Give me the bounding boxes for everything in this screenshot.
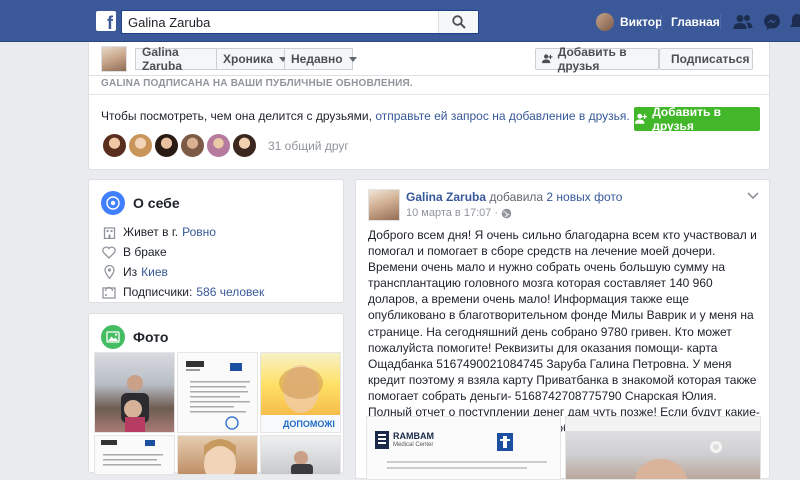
avatar[interactable] bbox=[368, 189, 400, 221]
post-options-chevron-icon[interactable] bbox=[747, 192, 759, 200]
post-author-link[interactable]: Galina Zaruba bbox=[406, 190, 486, 204]
follow-label: Подписаться bbox=[671, 52, 750, 66]
add-friend-label: Добавить в друзья bbox=[652, 105, 722, 133]
home-link[interactable]: Главная bbox=[671, 15, 720, 29]
relationship-row: В браке bbox=[101, 244, 167, 260]
photo-thumbnail[interactable] bbox=[177, 435, 258, 475]
post-meta: 10 марта в 17:07 · bbox=[406, 207, 512, 219]
facebook-logo[interactable]: f bbox=[96, 11, 116, 31]
followers-link[interactable]: 586 человек bbox=[196, 285, 264, 299]
photos-title[interactable]: Фото bbox=[133, 329, 168, 345]
avatar[interactable] bbox=[101, 132, 128, 159]
user-name: Виктор bbox=[620, 15, 663, 29]
search-icon bbox=[451, 15, 466, 29]
from-city-link[interactable]: Киев bbox=[141, 265, 168, 279]
location-pin-icon bbox=[101, 264, 117, 280]
mutual-friends-avatars bbox=[101, 132, 258, 159]
add-friend-label: Добавить в друзья bbox=[557, 45, 627, 73]
timeline-dropdown[interactable]: Хроника bbox=[217, 48, 287, 70]
photo-thumbnail[interactable]: ДОПОМОЖІ bbox=[260, 352, 341, 433]
messenger-icon[interactable] bbox=[762, 12, 782, 32]
rambam-logo-icon bbox=[375, 431, 389, 449]
avatar[interactable] bbox=[127, 132, 154, 159]
photos-card: Фото ДОПОМОЖІ bbox=[88, 313, 344, 475]
subscription-notice: GALINA ПОДПИСАНА НА ВАШИ ПУБЛИЧНЫЕ ОБНОВ… bbox=[101, 78, 413, 89]
profile-sticky-header: Galina Zaruba Хроника Недавно Добавить в… bbox=[88, 42, 770, 76]
lives-prefix: Живет в г. bbox=[123, 225, 179, 239]
lives-city-link[interactable]: Ровно bbox=[182, 225, 216, 239]
notifications-icon[interactable] bbox=[787, 12, 800, 32]
profile-link[interactable]: Виктор bbox=[596, 13, 662, 31]
photo-icon bbox=[101, 325, 125, 349]
divider bbox=[720, 14, 721, 30]
recent-label: Недавно bbox=[291, 52, 343, 66]
chevron-down-icon bbox=[348, 56, 357, 62]
recent-dropdown[interactable]: Недавно bbox=[285, 48, 357, 70]
image-sublabel: Medical Center bbox=[393, 442, 434, 448]
send-request-link[interactable]: отправьте ей запрос на добавление в друз… bbox=[375, 109, 629, 123]
heart-icon bbox=[101, 244, 117, 260]
profile-name-button[interactable]: Galina Zaruba bbox=[135, 45, 217, 73]
post-image[interactable] bbox=[565, 416, 761, 480]
followers-row: Подписчики: 586 человек bbox=[101, 284, 264, 300]
post-images: RAMBAM Medical Center bbox=[366, 416, 761, 480]
search-box[interactable] bbox=[121, 10, 479, 34]
profile-thumbnail[interactable] bbox=[101, 46, 127, 72]
relationship-status: В браке bbox=[123, 245, 167, 259]
emblem-icon bbox=[497, 433, 513, 451]
followers-prefix: Подписчики: bbox=[123, 285, 193, 299]
search-button[interactable] bbox=[438, 11, 478, 33]
post-photos-link[interactable]: 2 новых фото bbox=[546, 190, 622, 204]
follow-button[interactable]: Подписаться bbox=[659, 48, 753, 70]
add-friend-button-green[interactable]: Добавить в друзья bbox=[634, 105, 760, 133]
add-friend-button[interactable]: Добавить в друзья bbox=[535, 45, 659, 73]
search-input[interactable] bbox=[122, 11, 432, 33]
globe-icon bbox=[101, 191, 125, 215]
text-line bbox=[387, 461, 547, 463]
friend-prompt: Чтобы посмотреть, чем она делится с друз… bbox=[101, 109, 630, 123]
about-title: О себе bbox=[133, 195, 180, 211]
photos-header: Фото bbox=[89, 314, 343, 350]
profile-name: Galina Zaruba bbox=[142, 45, 183, 73]
photo-thumbnail[interactable] bbox=[177, 352, 258, 433]
prompt-text: Чтобы посмотреть, чем она делится с друз… bbox=[101, 109, 372, 123]
image-label: RAMBAM bbox=[393, 431, 434, 441]
mutual-friends-count[interactable]: 31 общий друг bbox=[268, 139, 349, 153]
avatar[interactable] bbox=[153, 132, 180, 159]
from-prefix: Из bbox=[123, 265, 138, 279]
avatar[interactable] bbox=[231, 132, 258, 159]
post-header: Galina Zaruba добавила 2 новых фото bbox=[406, 190, 622, 204]
photo-thumbnail[interactable] bbox=[94, 435, 175, 475]
top-navigation-bar: f Виктор Главная bbox=[0, 0, 800, 42]
photo-caption: ДОПОМОЖІ bbox=[283, 419, 335, 429]
post-text: Доброго всем дня! Я очень сильно благода… bbox=[368, 228, 760, 435]
divider bbox=[89, 94, 769, 95]
post-image[interactable]: RAMBAM Medical Center bbox=[366, 416, 561, 480]
photo-thumbnail[interactable] bbox=[94, 352, 175, 433]
post-card: Galina Zaruba добавила 2 новых фото 10 м… bbox=[355, 179, 770, 480]
about-card: О себе Живет в г. Ровно В браке Из Киев … bbox=[88, 179, 344, 303]
avatar bbox=[596, 13, 614, 31]
divider bbox=[661, 14, 662, 30]
add-friend-icon bbox=[542, 54, 553, 64]
photo-thumbnail[interactable] bbox=[260, 435, 341, 475]
followers-icon bbox=[101, 284, 117, 300]
from-row: Из Киев bbox=[101, 264, 168, 280]
post-action: добавила bbox=[489, 190, 544, 204]
add-friend-icon bbox=[635, 113, 647, 124]
friend-requests-icon[interactable] bbox=[733, 12, 753, 32]
text-line bbox=[387, 467, 527, 469]
timeline-label: Хроника bbox=[223, 52, 273, 66]
about-header: О себе bbox=[89, 180, 343, 216]
avatar[interactable] bbox=[179, 132, 206, 159]
lives-in-row: Живет в г. Ровно bbox=[101, 224, 216, 240]
meta-separator: · bbox=[494, 207, 499, 219]
post-timestamp[interactable]: 10 марта в 17:07 bbox=[406, 207, 491, 219]
house-icon bbox=[101, 224, 117, 240]
friend-request-notice: GALINA ПОДПИСАНА НА ВАШИ ПУБЛИЧНЫЕ ОБНОВ… bbox=[88, 76, 770, 170]
avatar[interactable] bbox=[205, 132, 232, 159]
globe-icon[interactable] bbox=[501, 208, 512, 219]
